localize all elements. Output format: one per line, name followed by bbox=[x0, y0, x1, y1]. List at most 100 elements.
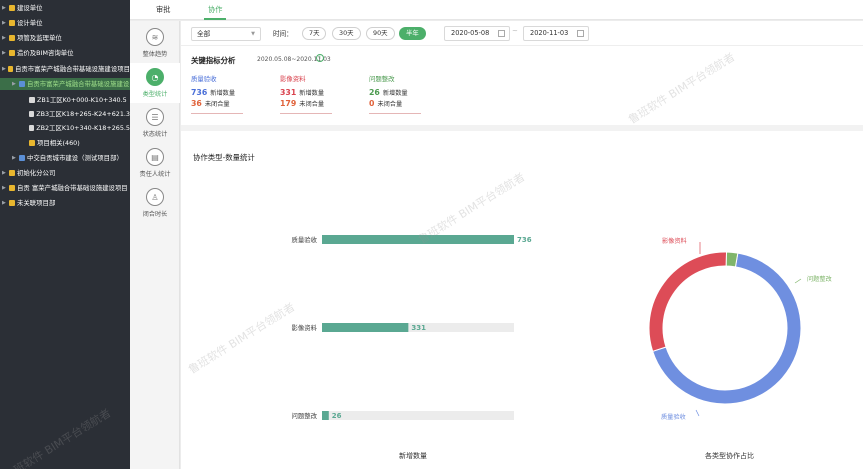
chevron-down-icon: ▼ bbox=[251, 31, 255, 37]
collab-type-charts: 质量验收 736影像资料 331问题整改 26 质量验收影像资料问题整改 bbox=[291, 235, 832, 421]
document-icon bbox=[28, 125, 35, 131]
folder-icon bbox=[7, 66, 13, 72]
tree-item[interactable]: ▶ 造价及BIM咨询单位 bbox=[0, 47, 130, 59]
nav-label: 整体趋势 bbox=[142, 51, 168, 58]
kpi-title: 关键指标分析 bbox=[191, 56, 236, 65]
pie-label: 问题整改 bbox=[807, 275, 832, 283]
nav-type-stats[interactable]: ◔ 类型统计 bbox=[130, 63, 180, 103]
project-icon bbox=[19, 81, 25, 87]
caret-right-icon[interactable]: ▶ bbox=[12, 78, 19, 90]
caret-right-icon[interactable]: ▶ bbox=[12, 152, 19, 164]
tree-item-label: ZB1工区K0+000-K10+340.5 bbox=[37, 96, 127, 104]
kpi-image-data: 影像资料 331 新增数量 179 未闭合量 bbox=[280, 74, 344, 114]
kpi-open-label: 未闭合量 bbox=[204, 101, 230, 108]
document-icon bbox=[28, 111, 35, 117]
tree-item[interactable]: ▶ 建设单位 bbox=[0, 2, 130, 14]
tree-item[interactable]: ▶ 自贡市富荣产城融合带基础设施建设项目 bbox=[0, 63, 130, 75]
caret-right-icon[interactable]: ▶ bbox=[2, 2, 9, 14]
start-date-input[interactable]: 2020-05-08 bbox=[444, 26, 510, 41]
date-separator: ~ bbox=[512, 27, 518, 35]
bar-value-label: 331 bbox=[411, 324, 426, 332]
close-duration-icon: ♙ bbox=[146, 188, 164, 206]
caret-right-icon[interactable]: ▶ bbox=[2, 182, 9, 194]
top-tab-bar: 审批 协作 bbox=[130, 0, 863, 20]
nav-close-duration[interactable]: ♙ 闭合时长 bbox=[130, 183, 180, 223]
range-7d-button[interactable]: 7天 bbox=[302, 27, 327, 40]
caret-right-icon[interactable]: ▶ bbox=[2, 32, 9, 44]
pie-label: 影像资料 bbox=[662, 237, 687, 245]
folder-icon bbox=[9, 185, 15, 191]
folder-icon bbox=[9, 20, 15, 26]
caret-right-icon[interactable]: ▶ bbox=[2, 47, 9, 59]
kpi-open-value: 0 bbox=[369, 99, 375, 108]
kpi-new-value: 331 bbox=[280, 88, 297, 97]
folder-icon bbox=[9, 200, 15, 206]
stats-side-nav: ≋ 整体趋势 ◔ 类型统计 ☰ 状态统计 ▤ 责任人统计 ♙ 闭合时长 bbox=[130, 21, 180, 469]
trend-icon: ≋ bbox=[146, 28, 164, 46]
tree-item-label: ZB3工区K18+265-K24+621.3 bbox=[36, 110, 130, 118]
org-tree: ▶ 建设单位 ▶ 设计单位 ▶ 项管及监理单位 ▶ 造价及BIM咨询单位 ▶ 自贡市富荣产城融合带… bbox=[0, 0, 130, 469]
tree-item[interactable]: ZB3工区K18+265-K24+621.3 bbox=[0, 108, 130, 120]
kpi-new-value: 26 bbox=[369, 88, 380, 97]
range-30d-button[interactable]: 30天 bbox=[332, 27, 361, 40]
tree-item-label: ZB2工区K10+340-K18+265.5 bbox=[36, 124, 130, 132]
nav-overall-trend[interactable]: ≋ 整体趋势 bbox=[130, 23, 180, 63]
tree-item[interactable]: ▶ 设计单位 bbox=[0, 17, 130, 29]
time-label: 时间： bbox=[273, 30, 293, 38]
end-date-input[interactable]: 2020-11-03 bbox=[523, 26, 589, 41]
bar-chart-footer: 新增数量 bbox=[399, 452, 427, 460]
range-90d-button[interactable]: 90天 bbox=[366, 27, 395, 40]
pie-leader-line bbox=[695, 409, 700, 417]
project-icon bbox=[19, 155, 25, 161]
tree-item[interactable]: ▶ 初始化分公司 bbox=[0, 167, 130, 179]
type-stats-icon: ◔ bbox=[146, 68, 164, 86]
bar-track bbox=[322, 411, 514, 420]
chart-title: 协作类型-数量统计 bbox=[193, 153, 255, 162]
folder-icon bbox=[29, 140, 35, 146]
tree-item[interactable]: ▶ 自贡市富荣产城融合带基础设施建设 bbox=[0, 78, 130, 90]
tree-item[interactable]: ▶ 未关联项目部 bbox=[0, 197, 130, 209]
kpi-open-value: 36 bbox=[191, 99, 202, 108]
tree-item-label: 自贡 富荣产城融合带基础设施建设项目 bbox=[17, 184, 128, 192]
person-stats-icon: ▤ bbox=[146, 148, 164, 166]
pie-slice bbox=[648, 251, 728, 352]
folder-icon bbox=[9, 170, 15, 176]
end-date-value: 2020-11-03 bbox=[530, 29, 569, 37]
main-panel: 全部 ▼ 时间： 7天 30天 90天 半年 2020-05-08 ~ 2020… bbox=[181, 21, 863, 469]
caret-right-icon[interactable]: ▶ bbox=[2, 17, 9, 29]
range-half-year-button[interactable]: 半年 bbox=[399, 27, 426, 40]
tree-item[interactable]: ▶ 自贡 富荣产城融合带基础设施建设项目 bbox=[0, 182, 130, 194]
kpi-name: 影像资料 bbox=[280, 75, 306, 83]
nav-status-stats[interactable]: ☰ 状态统计 bbox=[130, 103, 180, 143]
info-icon[interactable]: i bbox=[316, 54, 324, 62]
filter-bar: 全部 ▼ 时间： 7天 30天 90天 半年 2020-05-08 ~ 2020… bbox=[181, 21, 863, 46]
tree-item[interactable]: ▶ 项管及监理单位 bbox=[0, 32, 130, 44]
tree-item-label: 造价及BIM咨询单位 bbox=[17, 49, 74, 57]
bar bbox=[322, 411, 329, 420]
tab-collaboration[interactable]: 协作 bbox=[204, 0, 227, 20]
folder-icon bbox=[9, 50, 15, 56]
pie-label: 质量验收 bbox=[661, 413, 686, 421]
nav-label: 闭合时长 bbox=[142, 211, 168, 218]
kpi-open-label: 未闭合量 bbox=[377, 101, 403, 108]
tree-item[interactable]: ▶ 中交自贡城市建设（测试项目部） bbox=[0, 152, 130, 164]
tab-approval[interactable]: 审批 bbox=[152, 0, 174, 20]
tree-item-label: 建设单位 bbox=[17, 4, 43, 12]
bar-value-label: 26 bbox=[332, 412, 342, 420]
tree-item[interactable]: ZB1工区K0+000-K10+340.5 bbox=[0, 94, 130, 106]
caret-right-icon[interactable]: ▶ bbox=[2, 197, 9, 209]
pie-leader-line bbox=[794, 278, 802, 284]
caret-right-icon[interactable]: ▶ bbox=[2, 167, 9, 179]
nav-person-stats[interactable]: ▤ 责任人统计 bbox=[130, 143, 180, 183]
bar-value-label: 736 bbox=[517, 236, 532, 244]
kpi-open-value: 179 bbox=[280, 99, 297, 108]
bar bbox=[322, 235, 514, 244]
tree-item[interactable]: ZB2工区K10+340-K18+265.5 bbox=[0, 122, 130, 134]
tree-item-label: 自贡市富荣产城融合带基础设施建设 bbox=[27, 80, 130, 88]
kpi-name: 问题整改 bbox=[369, 75, 395, 83]
tree-item[interactable]: 项目相关(460) bbox=[0, 137, 130, 149]
scope-select[interactable]: 全部 ▼ bbox=[191, 27, 261, 41]
kpi-divider bbox=[369, 113, 421, 114]
tree-item-label: 未关联项目部 bbox=[17, 199, 56, 207]
folder-icon bbox=[9, 5, 15, 11]
